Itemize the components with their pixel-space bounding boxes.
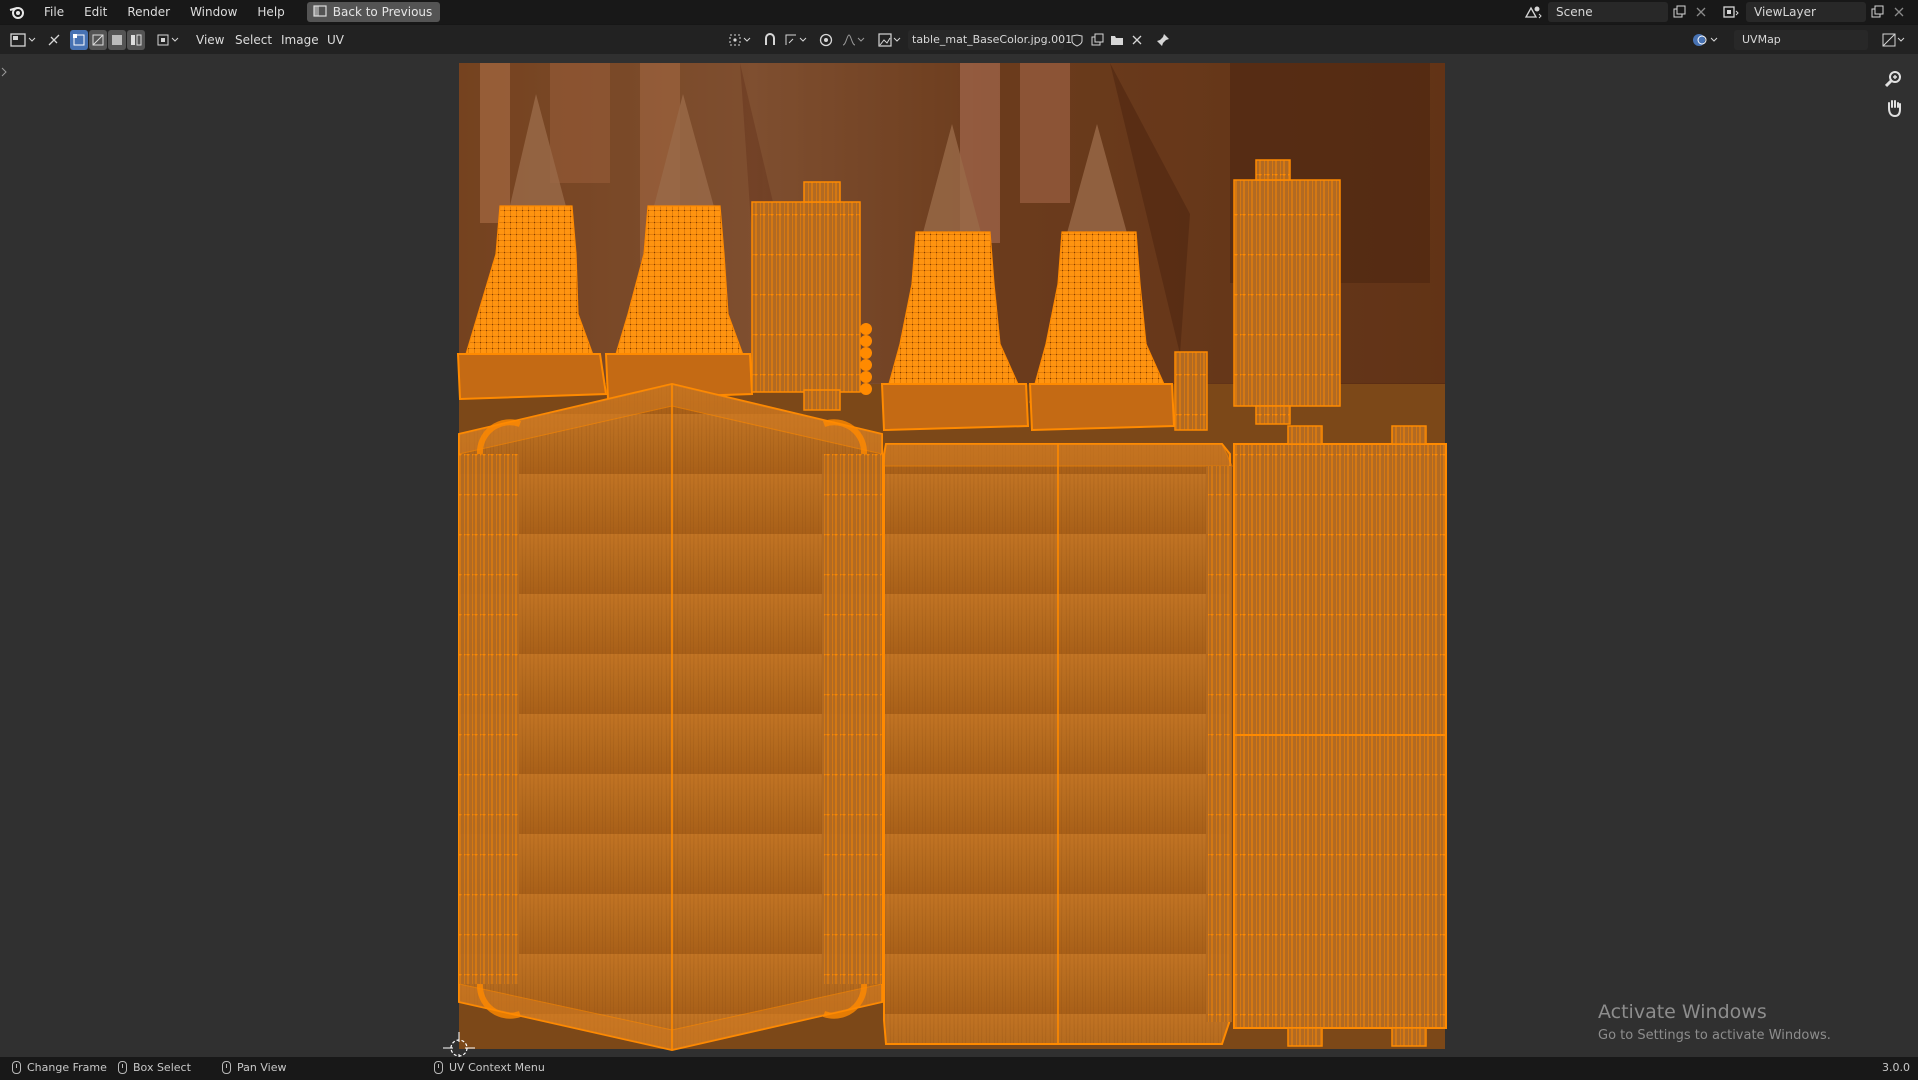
top-bar: File Edit Render Window Help Back to Pre…: [0, 0, 1918, 24]
editor-type-icon[interactable]: [8, 30, 38, 50]
status-pan-view-label: Pan View: [237, 1061, 287, 1074]
delete-viewlayer-icon[interactable]: [1888, 2, 1910, 22]
mouse-right-icon: [434, 1061, 443, 1074]
proportional-icon[interactable]: [816, 30, 836, 50]
unlink-icon[interactable]: [1128, 30, 1146, 50]
activate-windows-title: Activate Windows: [1598, 1001, 1767, 1023]
mouse-middle-icon: [222, 1061, 231, 1074]
scene-selector[interactable]: Scene: [1522, 2, 1712, 22]
uv-island-middle-panel: [883, 443, 1233, 1045]
uv-editor-viewport[interactable]: Activate Windows Go to Settings to activ…: [0, 54, 1918, 1057]
status-pan-view: Pan View: [222, 1061, 286, 1074]
hand-icon[interactable]: [1880, 94, 1908, 122]
open-image-icon[interactable]: [1108, 30, 1126, 50]
status-box-select: Box Select: [118, 1061, 191, 1074]
activate-windows-watermark: Activate Windows Go to Settings to activ…: [1598, 1000, 1831, 1043]
image-name-field[interactable]: table_mat_BaseColor.jpg.001: [908, 30, 1072, 50]
status-uv-context-menu-label: UV Context Menu: [449, 1061, 545, 1074]
zoom-icon[interactable]: [1880, 65, 1908, 93]
uv-island-right-panel: [1233, 425, 1447, 1047]
menu-help[interactable]: Help: [247, 0, 294, 24]
mouse-left-icon: [12, 1061, 21, 1074]
status-uv-context-menu: UV Context Menu: [434, 1061, 545, 1074]
scene-icon[interactable]: [1522, 2, 1544, 22]
sync-selection-icon[interactable]: [44, 30, 64, 50]
fake-user-icon[interactable]: [1068, 30, 1086, 50]
face-select-mode-button[interactable]: [108, 30, 126, 50]
status-change-frame: Change Frame: [12, 1061, 107, 1074]
blender-logo-icon[interactable]: [0, 0, 34, 24]
back-to-previous-label: Back to Previous: [332, 5, 433, 19]
status-bar: Change Frame Box Select Pan View UV Cont…: [0, 1057, 1918, 1080]
status-change-frame-label: Change Frame: [27, 1061, 107, 1074]
snap-target-icon[interactable]: [782, 30, 812, 50]
new-viewlayer-icon[interactable]: [1866, 2, 1888, 22]
island-select-mode-button[interactable]: [127, 30, 145, 50]
menu-view[interactable]: View: [196, 30, 224, 50]
menu-file[interactable]: File: [34, 0, 74, 24]
viewlayer-selector[interactable]: ViewLayer: [1720, 2, 1910, 22]
menu-image[interactable]: Image: [281, 30, 319, 50]
back-to-previous-button[interactable]: Back to Previous: [306, 2, 441, 22]
status-box-select-label: Box Select: [133, 1061, 191, 1074]
overlay-icon[interactable]: [1690, 30, 1724, 50]
sticky-selection-icon[interactable]: [154, 30, 184, 50]
activate-windows-subtitle: Go to Settings to activate Windows.: [1598, 1028, 1831, 1043]
menu-uv[interactable]: UV: [327, 30, 344, 50]
sidebar-toggle-icon[interactable]: [1, 67, 7, 77]
snap-icon[interactable]: [760, 30, 780, 50]
viewlayer-icon[interactable]: [1720, 2, 1742, 22]
vertex-select-mode-button[interactable]: [70, 30, 88, 50]
pivot-icon[interactable]: [726, 30, 756, 50]
mouse-drag-icon: [118, 1061, 127, 1074]
version-label: 3.0.0: [1882, 1061, 1910, 1074]
new-scene-icon[interactable]: [1668, 2, 1690, 22]
new-image-icon[interactable]: [1088, 30, 1106, 50]
image-browse-icon[interactable]: [876, 30, 906, 50]
viewlayer-name-field[interactable]: ViewLayer: [1746, 2, 1866, 22]
back-icon: [313, 4, 327, 20]
uv-texture-canvas[interactable]: [0, 54, 1918, 1057]
menu-render[interactable]: Render: [117, 0, 180, 24]
uv-editor-header: View Select Image UV table_mat_BaseColor…: [0, 24, 1918, 54]
delete-scene-icon[interactable]: [1690, 2, 1712, 22]
edge-select-mode-button[interactable]: [89, 30, 107, 50]
scene-name-field[interactable]: Scene: [1548, 2, 1668, 22]
menu-select[interactable]: Select: [235, 30, 272, 50]
display-channels-icon[interactable]: [1880, 30, 1910, 50]
uv-island-left-panel: [458, 382, 883, 1052]
pin-icon[interactable]: [1154, 30, 1172, 50]
uv-map-field[interactable]: UVMap: [1734, 30, 1868, 50]
menu-window[interactable]: Window: [180, 0, 247, 24]
menu-edit[interactable]: Edit: [74, 0, 117, 24]
falloff-icon[interactable]: [840, 30, 870, 50]
